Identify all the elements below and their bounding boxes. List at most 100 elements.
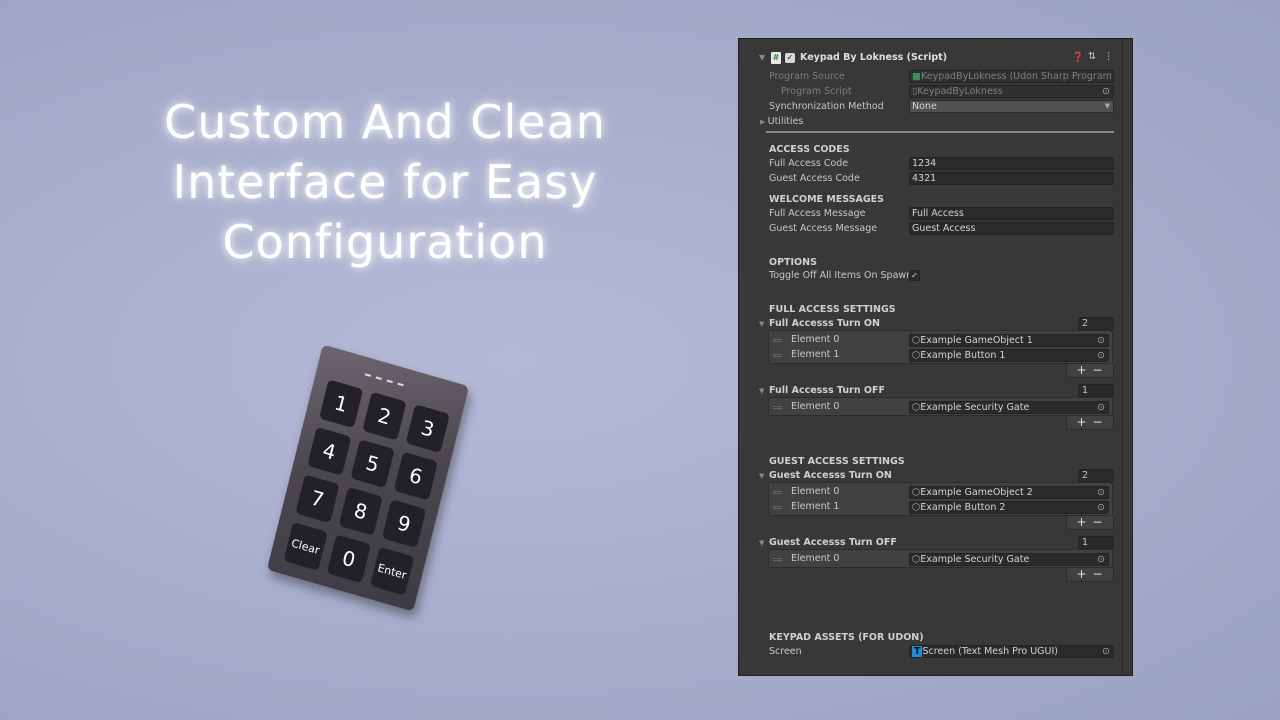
list-header[interactable]: Guest Accesss Turn ON <box>769 469 892 482</box>
sync-dropdown[interactable]: None ▼ <box>909 100 1114 113</box>
object-picker-icon[interactable]: ⊙ <box>1097 350 1105 361</box>
keypad-key: 9 <box>381 499 427 549</box>
drag-handle-icon[interactable] <box>773 558 782 561</box>
object-picker-icon[interactable]: ⊙ <box>1097 402 1105 413</box>
keypad-key: 0 <box>326 534 372 584</box>
sync-value: None <box>912 101 937 112</box>
foldout-right-icon: ▶ <box>760 118 768 126</box>
foldout-icon[interactable]: ▼ <box>759 472 764 480</box>
object-picker-icon[interactable]: ⊙ <box>1097 487 1105 498</box>
list-box: Element 0 ⬡Example Security Gate ⊙ <box>768 549 1113 568</box>
section-header: OPTIONS <box>769 257 817 268</box>
object-value: Example Security Gate <box>920 554 1030 565</box>
chevron-down-icon: ▼ <box>1104 102 1110 110</box>
drag-handle-icon[interactable] <box>773 506 782 509</box>
object-value: Example GameObject 2 <box>920 487 1033 498</box>
object-picker-icon[interactable]: ⊙ <box>1102 646 1110 657</box>
list-size-input[interactable]: 2 <box>1078 317 1114 330</box>
full-access-code-label: Full Access Code <box>769 158 849 169</box>
object-value: Example Button 2 <box>920 502 1006 513</box>
enabled-checkbox[interactable]: ✓ <box>785 53 795 63</box>
add-remove-buttons[interactable]: +− <box>1066 416 1114 430</box>
keypad-key: 1 <box>319 379 364 429</box>
foldout-icon[interactable]: ▼ <box>759 320 764 328</box>
section-header: GUEST ACCESS SETTINGS <box>769 456 905 467</box>
drag-handle-icon[interactable] <box>773 406 782 409</box>
object-picker-icon[interactable]: ⊙ <box>1102 86 1110 97</box>
scrollbar[interactable] <box>1122 39 1132 675</box>
toggle-off-checkbox[interactable]: ✓ <box>909 270 920 281</box>
guest-access-code-input[interactable]: 4321 <box>909 172 1114 185</box>
full-access-code-input[interactable]: 1234 <box>909 157 1114 170</box>
component-title: Keypad By Lokness (Script) <box>800 52 948 63</box>
object-field[interactable]: ⬡Example Button 1 ⊙ <box>909 349 1109 362</box>
foldout-icon[interactable]: ▼ <box>759 387 764 395</box>
list-item: Element 1 ⬡Example Button 1 ⊙ <box>769 348 1112 363</box>
list-item: Element 1 ⬡Example Button 2 ⊙ <box>769 500 1112 515</box>
sync-label: Synchronization Method <box>769 101 884 112</box>
keypad-key: 7 <box>295 474 340 524</box>
keypad-key: Clear <box>283 522 328 571</box>
element-label: Element 1 <box>791 501 840 512</box>
add-remove-buttons[interactable]: +− <box>1066 516 1114 530</box>
keypad-key: 2 <box>362 391 407 441</box>
list-header[interactable]: Full Accesss Turn OFF <box>769 384 885 397</box>
section-header: FULL ACCESS SETTINGS <box>769 304 896 315</box>
guest-access-code-label: Guest Access Code <box>769 173 860 184</box>
add-remove-buttons[interactable]: +− <box>1066 568 1114 582</box>
foldout-icon[interactable]: ▼ <box>759 539 764 547</box>
list-size-input[interactable]: 1 <box>1078 384 1114 397</box>
keypad-render: 1 2 3 4 5 6 7 8 9 Clear 0 Enter <box>266 344 470 612</box>
object-field[interactable]: ⬡Example Security Gate ⊙ <box>909 553 1109 566</box>
component-header[interactable]: ▼ # ✓ Keypad By Lokness (Script) ❓ ⇅ ⋮ <box>739 51 1123 67</box>
element-label: Element 0 <box>791 486 840 497</box>
program-script-value: KeypadByLokness <box>917 86 1003 97</box>
object-picker-icon[interactable]: ⊙ <box>1097 502 1105 513</box>
element-label: Element 0 <box>791 401 840 412</box>
object-picker-icon[interactable]: ⊙ <box>1097 335 1105 346</box>
drag-handle-icon[interactable] <box>773 339 782 342</box>
inspector-panel: ▼ # ✓ Keypad By Lokness (Script) ❓ ⇅ ⋮ P… <box>738 38 1133 676</box>
keypad-key: 8 <box>338 486 383 536</box>
script-icon: # <box>771 52 781 64</box>
headline: Custom And Clean Interface for Easy Conf… <box>90 92 680 272</box>
keypad-screen <box>364 373 404 388</box>
object-picker-icon[interactable]: ⊙ <box>1097 554 1105 565</box>
add-remove-buttons[interactable]: +− <box>1066 364 1114 378</box>
object-value: Example GameObject 1 <box>920 335 1033 346</box>
element-label: Element 0 <box>791 553 840 564</box>
screen-field[interactable]: T Screen (Text Mesh Pro UGUI) ⊙ <box>909 645 1114 658</box>
program-script-label: Program Script <box>781 86 852 97</box>
list-header[interactable]: Guest Accesss Turn OFF <box>769 536 897 549</box>
list-box: Element 0 ⬡Example GameObject 1 ⊙ Element… <box>768 330 1113 364</box>
drag-handle-icon[interactable] <box>773 491 782 494</box>
list-item: Element 0 ⬡Example Security Gate ⊙ <box>769 552 1112 567</box>
object-field[interactable]: ⬡Example GameObject 1 ⊙ <box>909 334 1109 347</box>
list-header[interactable]: Full Accesss Turn ON <box>769 317 880 330</box>
utilities-foldout[interactable]: ▶ Utilities <box>760 115 803 128</box>
section-header: KEYPAD ASSETS (FOR UDON) <box>769 632 924 643</box>
object-value: Example Security Gate <box>920 402 1030 413</box>
help-icon[interactable]: ❓ <box>1072 52 1084 63</box>
guest-access-message-label: Guest Access Message <box>769 223 878 234</box>
list-size-input[interactable]: 2 <box>1078 469 1114 482</box>
program-script-field[interactable]: ▯KeypadByLokness ⊙ <box>909 85 1114 98</box>
object-field[interactable]: ⬡Example Button 2 ⊙ <box>909 501 1109 514</box>
screen-label: Screen <box>769 646 802 657</box>
object-field[interactable]: ⬡Example Security Gate ⊙ <box>909 401 1109 414</box>
element-label: Element 0 <box>791 334 840 345</box>
program-source-field[interactable]: ■KeypadByLokness (Udon Sharp Program A <box>909 70 1114 83</box>
keypad-key: Enter <box>370 546 415 596</box>
more-menu-icon[interactable]: ⋮ <box>1104 51 1114 62</box>
presets-icon[interactable]: ⇅ <box>1088 51 1096 62</box>
keypad-key: 4 <box>307 426 352 476</box>
headline-line: Custom And Clean <box>164 95 606 149</box>
full-access-message-input[interactable]: Full Access <box>909 207 1114 220</box>
headline-line: Interface for Easy <box>172 155 598 209</box>
guest-access-message-input[interactable]: Guest Access <box>909 222 1114 235</box>
object-field[interactable]: ⬡Example GameObject 2 ⊙ <box>909 486 1109 499</box>
list-size-input[interactable]: 1 <box>1078 536 1114 549</box>
foldout-icon[interactable]: ▼ <box>759 53 765 62</box>
full-access-message-label: Full Access Message <box>769 208 866 219</box>
drag-handle-icon[interactable] <box>773 354 782 357</box>
